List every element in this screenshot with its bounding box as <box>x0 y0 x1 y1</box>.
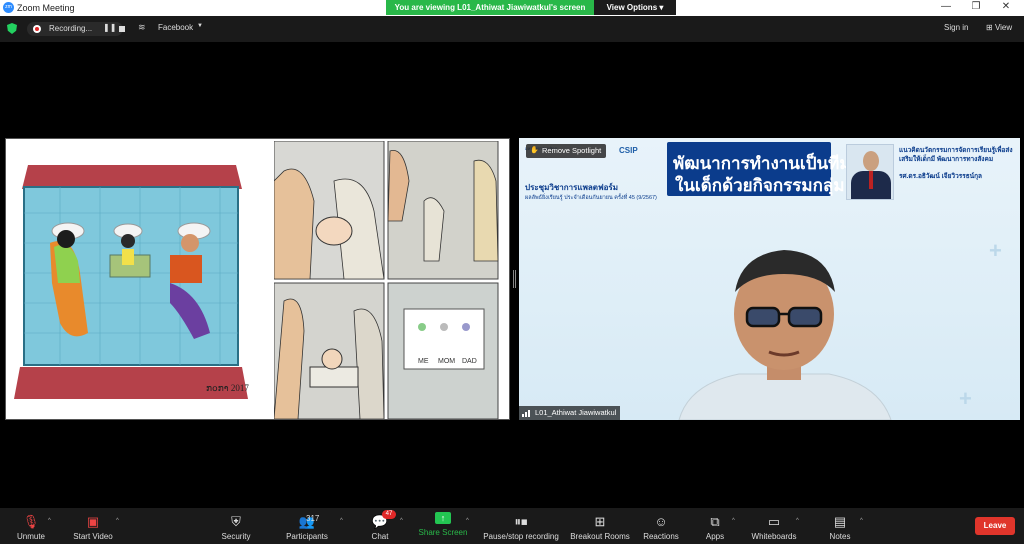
live-target-label[interactable]: Facebook <box>158 23 193 32</box>
live-stream-icon: ≋ <box>138 22 146 32</box>
remove-spotlight-button[interactable]: Remove Spotlight <box>526 144 607 158</box>
whiteboard-icon: ▭ <box>767 514 781 529</box>
share-screen-icon: ↑ <box>435 512 451 524</box>
right-heading: แนวคิดนวัตกรรมการจัดการเรียนรู้เพื่อส่งเ… <box>899 147 1013 163</box>
whiteboards-button[interactable]: ▭ Whiteboards <box>748 508 800 544</box>
breakout-rooms-label: Breakout Rooms <box>570 532 630 541</box>
speaker-name: รศ.ดร.อธิวัฒน์ เจียวิวรรธน์กุล <box>899 173 983 180</box>
participants-label: Participants <box>286 532 328 541</box>
chat-chevron-icon[interactable]: ^ <box>400 518 403 524</box>
audio-options-chevron-icon[interactable]: ^ <box>48 518 51 524</box>
slide-title-box: พัฒนาการทำงานเป็นทีม ในเด็กด้วยกิจกรรมกล… <box>667 142 851 196</box>
breakout-grid-icon: ⊞ <box>594 514 606 529</box>
more-chevron-icon[interactable]: ^ <box>860 518 863 524</box>
csip-logo: CSIP <box>619 146 638 155</box>
speaker-portrait <box>846 144 894 200</box>
leave-button[interactable]: Leave <box>975 517 1015 535</box>
recording-label: Recording... <box>49 24 93 33</box>
muted-mic-icon: 🎙 <box>22 514 40 529</box>
bed-cartoon-image: ກ໐ກາ 2017 <box>10 143 260 417</box>
start-video-button[interactable]: ▣ Start Video <box>68 508 118 544</box>
close-icon[interactable]: ✕ <box>996 1 1016 12</box>
presenter-video-feed <box>678 250 892 420</box>
comic-strip-image: ME MOM DAD <box>274 141 499 419</box>
view-options-button[interactable]: View Options ▾ <box>594 0 676 15</box>
maximize-icon[interactable]: ❐ <box>966 1 986 12</box>
unmute-button[interactable]: 🎙 Unmute <box>10 508 52 544</box>
viewing-banner: You are viewing L01_Athiwat Jiawiwatkul'… <box>386 0 594 15</box>
pause-stop-icon: ⏸⏹ <box>514 514 528 529</box>
comic-label-me: ME <box>418 358 429 365</box>
notes-label: Notes <box>829 532 851 541</box>
plus-decoration-icon: + <box>959 386 972 411</box>
meeting-toolbar: 🎙 Unmute ^ ▣ Start Video ^ ⛨ Security 👥 … <box>0 508 1024 544</box>
unmute-label: Unmute <box>16 532 45 541</box>
comic-label-dad: DAD <box>462 358 477 365</box>
notes-icon: ▤ <box>833 514 847 529</box>
start-video-label: Start Video <box>73 532 113 541</box>
view-button[interactable]: ⊞ View <box>986 23 1012 32</box>
grid-icon: ⊞ <box>986 23 993 32</box>
portrait-tie <box>869 171 873 189</box>
breakout-rooms-button[interactable]: ⊞ Breakout Rooms <box>568 508 632 544</box>
share-screen-label: Share Screen <box>418 528 468 537</box>
video-options-chevron-icon[interactable]: ^ <box>116 518 119 524</box>
smiley-icon: ☺ <box>654 514 668 529</box>
apps-icon: ⧉ <box>710 514 720 529</box>
meeting-title: ประชุมวิชาการแพลตฟอร์ม <box>525 183 618 192</box>
chat-label: Chat <box>371 532 389 541</box>
plus-decoration-icon: + <box>989 238 1002 263</box>
participant-name-tag: L01_Athiwat Jiawiwatkul <box>519 406 621 420</box>
whiteboards-label: Whiteboards <box>751 532 797 541</box>
participants-chevron-icon[interactable]: ^ <box>340 518 343 524</box>
security-button[interactable]: ⛨ Security <box>216 508 256 544</box>
record-dot-icon <box>33 25 41 33</box>
slide-title-line2: ในเด็กด้วยกิจกรรมกลุ่ม <box>675 176 845 195</box>
chevron-down-icon[interactable]: ▼ <box>197 23 203 29</box>
share-screen-button[interactable]: ↑ Share Screen <box>416 508 470 544</box>
signal-strength-icon <box>522 410 532 417</box>
shared-screen[interactable]: ກ໐ກາ 2017 ME MOM DAD <box>5 138 510 420</box>
apps-button[interactable]: ⧉ Apps <box>700 508 730 544</box>
window-title: Zoom Meeting <box>17 3 75 13</box>
artist-signature: ກ໐ກາ 2017 <box>206 383 249 393</box>
security-label: Security <box>221 532 251 541</box>
window-title-bar: zm Zoom Meeting You are viewing L01_Athi… <box>0 0 1024 16</box>
stop-icon[interactable] <box>119 26 125 32</box>
security-shield-icon: ⛨ <box>231 514 241 529</box>
panel-resize-handle[interactable] <box>513 270 516 288</box>
pause-recording-label: Pause/stop recording <box>483 532 559 541</box>
video-off-icon: ▣ <box>86 514 100 529</box>
shield-icon[interactable] <box>7 23 17 34</box>
pause-recording-button[interactable]: ⏸⏹ Pause/stop recording <box>478 508 564 544</box>
reactions-label: Reactions <box>643 532 679 541</box>
apps-label: Apps <box>705 532 725 541</box>
participants-button[interactable]: 👥 317 Participants <box>280 508 334 544</box>
apps-chevron-icon[interactable]: ^ <box>732 518 735 524</box>
view-options-label: View Options <box>606 3 658 12</box>
meeting-stage: ກ໐ກາ 2017 ME MOM DAD มหาวิทยาลัยมหิดล <box>0 42 1024 508</box>
meeting-top-bar: Recording... ❚❚ ≋ Facebook ▼ Sign in ⊞ V… <box>0 16 1024 42</box>
portrait-head <box>863 151 879 171</box>
whiteboards-chevron-icon[interactable]: ^ <box>796 518 799 524</box>
view-label: View <box>994 23 1013 32</box>
speaker-video[interactable]: มหาวิทยาลัยมหิดล Remove Spotlight CSIP พ… <box>519 138 1020 420</box>
recording-indicator[interactable]: Recording... ❚❚ <box>27 22 125 36</box>
zoom-logo-icon: zm <box>3 2 14 13</box>
pause-icon[interactable]: ❚❚ <box>103 23 116 32</box>
notes-button[interactable]: ▤ Notes <box>824 508 856 544</box>
participant-count: 317 <box>306 514 320 523</box>
participant-name: L01_Athiwat Jiawiwatkul <box>535 408 617 417</box>
share-options-chevron-icon[interactable]: ^ <box>466 518 469 524</box>
reactions-button[interactable]: ☺ Reactions <box>640 508 682 544</box>
minimize-icon[interactable]: — <box>936 1 956 12</box>
comic-label-mom: MOM <box>438 358 455 365</box>
meeting-subtitle: ผลลัพธ์ยิ่งเรียนรู้ ประจำเดือนกันยายน คร… <box>525 195 657 201</box>
chat-unread-badge: 47 <box>382 510 396 519</box>
chat-button[interactable]: 💬 47 Chat <box>362 508 398 544</box>
sign-in-button[interactable]: Sign in <box>944 23 968 32</box>
